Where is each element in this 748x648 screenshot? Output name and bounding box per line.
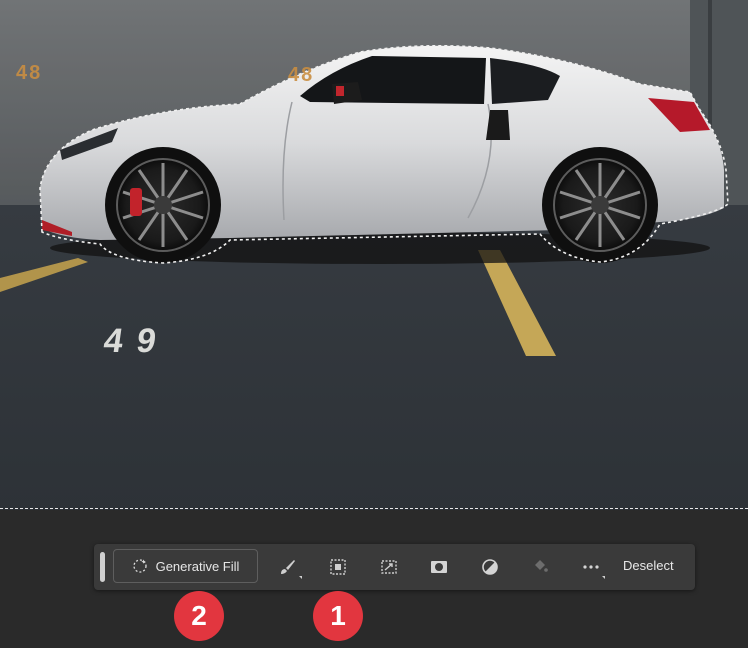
adjustment-tool-button[interactable] [476,553,504,581]
contextual-taskbar: Generative Fill Deselect [94,544,695,590]
photo [0,0,748,510]
mask-icon [431,561,447,573]
transform-icon [330,559,346,575]
generative-fill-label: Generative Fill [155,558,240,574]
drag-handle[interactable] [100,552,105,582]
generative-fill-button[interactable]: Generative Fill [113,549,258,583]
more-options-button[interactable] [577,553,605,581]
more-icon [583,565,599,569]
floor-stall-number: 49 [101,322,173,360]
expand-icon [381,560,397,574]
transform-tool-button[interactable] [324,553,352,581]
expand-tool-button[interactable] [375,553,403,581]
canvas-selection-edge [0,508,748,509]
generative-fill-icon [132,559,147,573]
fill-tool-button[interactable] [526,553,554,581]
brush-icon [281,560,295,574]
fill-icon [535,560,548,572]
wall-stall-number-left: 48 [16,62,43,84]
dropdown-indicator [602,576,605,579]
annotation-badge-1: 1 [313,591,363,641]
adjustment-icon [482,559,498,575]
annotation-badge-2: 2 [174,591,224,641]
car-photo-graphic [0,0,748,510]
wall-stall-number-right: 48 [288,64,315,86]
dropdown-indicator [299,576,302,579]
brush-tool-button[interactable] [274,553,302,581]
deselect-button[interactable]: Deselect [623,558,674,573]
mask-tool-button[interactable] [425,553,453,581]
